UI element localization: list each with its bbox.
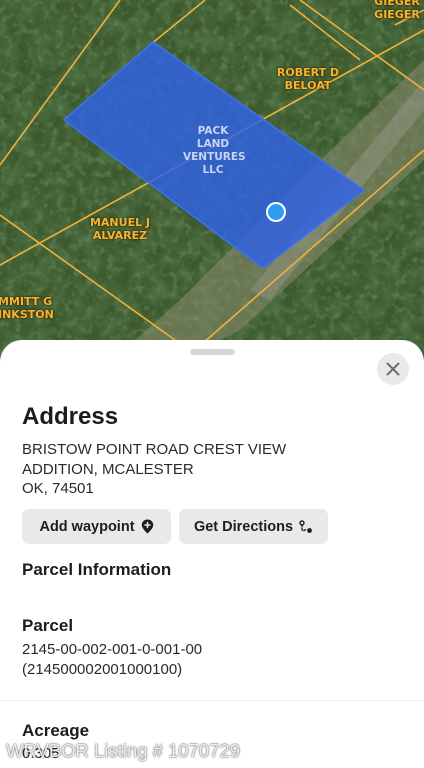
satellite-map[interactable]: PACK LAND VENTURES LLC GIEGER GIEGER ROB… xyxy=(0,0,424,372)
address-line: ADDITION, MCALESTER xyxy=(22,460,194,478)
sheet-drag-handle[interactable] xyxy=(190,349,235,355)
neighbor-label-inkston: MMITT G INKSTON xyxy=(0,295,54,321)
address-heading: Address xyxy=(22,403,119,430)
neighbor-label-alvarez: MANUEL J ALVAREZ xyxy=(84,216,156,242)
owner-line: GIEGER xyxy=(374,0,420,8)
neighbor-label-gieger: GIEGER GIEGER xyxy=(370,0,424,21)
parcel-details-sheet: Address BRISTOW POINT ROAD CREST VIEW AD… xyxy=(0,340,424,768)
listing-watermark: WRVBOR Listing # 1070729 xyxy=(6,740,241,761)
owner-line: LAND xyxy=(196,138,230,150)
map-pin-plus-icon xyxy=(141,519,153,534)
owner-line: PACK xyxy=(197,125,229,137)
parcel-heading: Parcel xyxy=(22,616,74,635)
parcel-number: 2145-00-002-001-0-001-00 (21450000200100… xyxy=(22,640,202,679)
owner-line: LLC xyxy=(202,164,224,176)
route-icon xyxy=(299,519,312,533)
owner-line: MANUEL J xyxy=(89,216,151,229)
owner-line: GIEGER xyxy=(374,8,420,21)
add-waypoint-button[interactable]: Add waypoint xyxy=(22,509,171,544)
address-line: OK, 74501 xyxy=(22,480,94,497)
owner-line: INKSTON xyxy=(0,308,54,321)
parcel-information-heading: Parcel Information xyxy=(22,560,172,579)
add-waypoint-label: Add waypoint xyxy=(39,518,135,535)
get-directions-button[interactable]: Get Directions xyxy=(179,509,328,544)
parcel-number-formatted: 2145-00-002-001-0-001-00 xyxy=(22,641,203,658)
neighbor-label-beloat: ROBERT D BELOAT xyxy=(272,66,344,92)
map-canvas[interactable] xyxy=(0,0,424,372)
section-divider xyxy=(0,700,424,701)
acreage-heading: Acreage xyxy=(22,721,90,740)
owner-line: ROBERT D xyxy=(276,66,340,79)
get-directions-label: Get Directions xyxy=(193,518,294,535)
parcel-number-raw: (214500002001000100) xyxy=(22,660,183,678)
owner-line: MMITT G xyxy=(0,295,53,308)
owner-line: VENTURES xyxy=(183,151,246,163)
close-icon xyxy=(386,362,400,376)
address-text: BRISTOW POINT ROAD CREST VIEW ADDITION, … xyxy=(22,440,322,499)
close-button[interactable] xyxy=(377,353,409,385)
owner-line: ALVAREZ xyxy=(92,229,148,242)
address-line: BRISTOW POINT ROAD CREST VIEW xyxy=(22,441,287,458)
selected-parcel-owner-label: PACK LAND VENTURES LLC xyxy=(183,125,246,177)
current-location-icon xyxy=(266,202,286,222)
owner-line: BELOAT xyxy=(284,79,332,92)
